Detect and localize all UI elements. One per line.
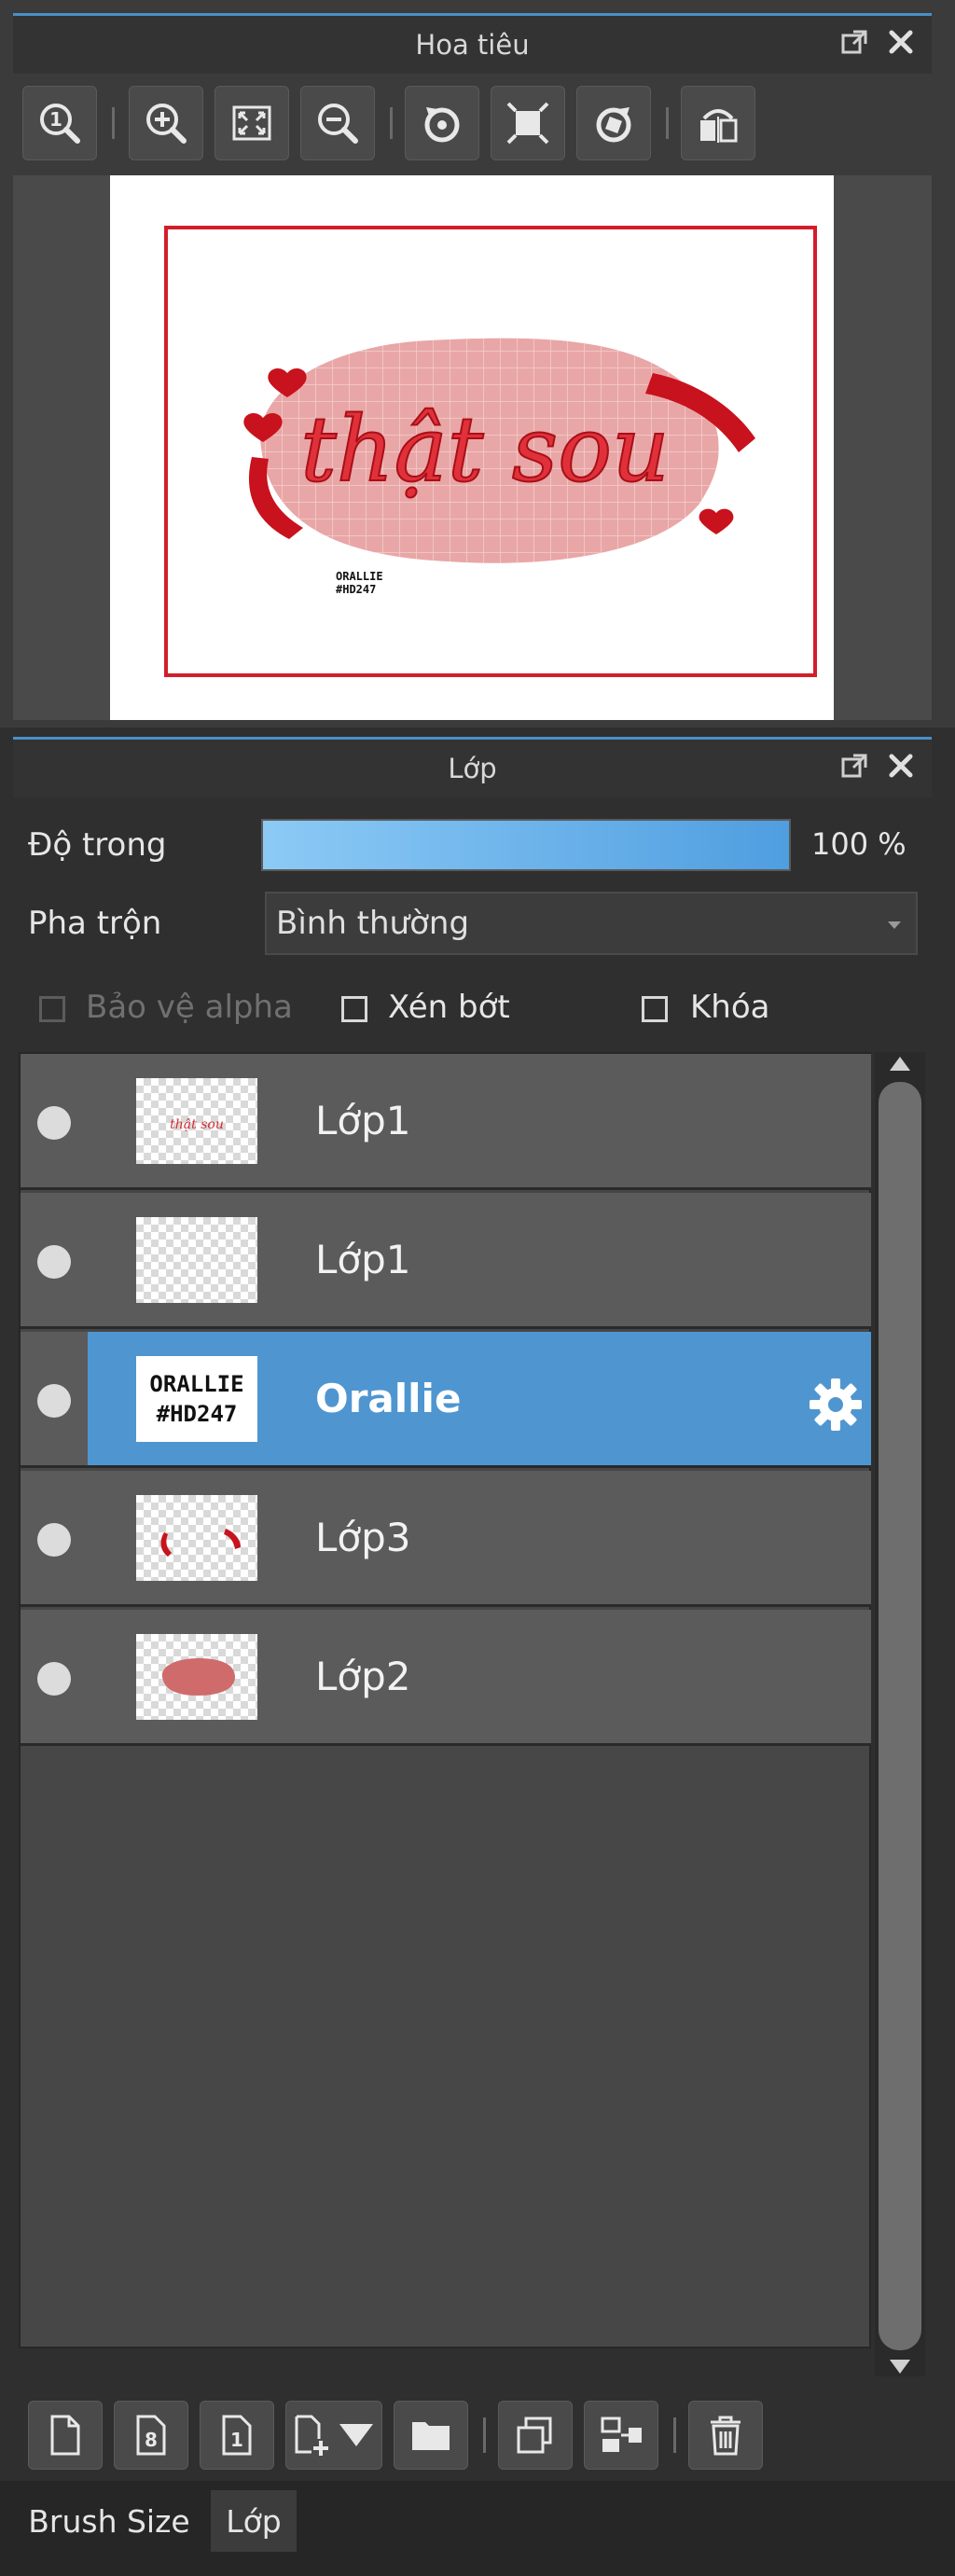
popout-icon[interactable] [840,752,868,786]
visibility-toggle[interactable] [37,1384,71,1418]
delete-layer-button[interactable] [688,2401,763,2470]
reset-view-button[interactable] [491,86,565,160]
rotate-right-button[interactable] [576,86,651,160]
new-folder-button[interactable] [394,2401,468,2470]
folder-icon [412,2422,450,2450]
thumbnail-text-line2: #HD247 [157,1401,238,1427]
clipping-checkbox[interactable] [341,996,367,1022]
flip-horizontal-button[interactable] [681,86,755,160]
layer-thumbnail [136,1634,257,1720]
lock-checkbox[interactable] [642,996,668,1022]
layer-panel-header: Lớp [13,737,932,797]
clipping-label: Xén bớt [388,989,510,1026]
close-icon[interactable] [887,28,915,62]
add-layer-icon [295,2415,328,2456]
chevron-down-icon [339,2424,373,2446]
heart-bottom-right [699,508,734,534]
zoom-out-icon [318,104,358,144]
protect-alpha-checkbox [39,996,65,1022]
canvas-signature-line1: ORALLIE [336,570,383,583]
tab-layer[interactable]: Lớp [211,2490,297,2552]
visibility-toggle[interactable] [37,1106,71,1140]
close-icon[interactable] [887,752,915,786]
trash-icon [711,2416,740,2456]
layer-row[interactable]: Lớp2 [21,1610,871,1746]
add-layer-menu-button[interactable] [285,2401,382,2470]
svg-text:1: 1 [49,108,62,131]
rotate-left-button[interactable] [405,86,479,160]
layer-name: Lớp3 [315,1515,411,1560]
zoom-actual-size-button[interactable]: 1 [22,86,97,160]
layer-row[interactable]: thật sou Lớp1 [21,1054,871,1190]
layer-name: Lớp1 [315,1237,411,1282]
layer-name: Lớp2 [315,1654,411,1699]
visibility-toggle[interactable] [37,1245,71,1279]
layer-thumbnail [136,1495,257,1581]
zoom-in-button[interactable] [129,86,203,160]
layer-row[interactable]: Lớp1 [21,1193,871,1329]
layer-row[interactable]: Lớp3 [21,1471,871,1607]
popout-icon[interactable] [840,28,868,62]
tab-layer-label: Lớp [226,2502,282,2540]
layer-8bit-icon: 8 [136,2415,166,2456]
new-1bit-layer-button[interactable]: 1 [200,2401,274,2470]
zoom-out-button[interactable] [300,86,375,160]
svg-text:1: 1 [230,2429,243,2451]
duplicate-icon [517,2417,552,2454]
rotate-right-icon [596,107,631,143]
zoom-one-icon: 1 [40,104,80,144]
new-layer-button[interactable] [28,2401,103,2470]
layer-name: Orallie [315,1376,462,1421]
gear-icon[interactable] [806,1375,865,1434]
thumbnail-text-line1: ORALLIE [149,1371,243,1397]
new-8bit-layer-button[interactable]: 8 [114,2401,188,2470]
blend-mode-select[interactable]: Bình thường [265,892,918,955]
lock-label: Khóa [690,989,770,1026]
opacity-value: 100 % [811,826,907,862]
canvas-artwork: thật sou ORALLIE #HD247 [243,338,755,596]
fit-screen-icon [232,105,271,141]
svg-text:thật sou: thật sou [170,1117,224,1132]
chevron-down-icon [888,921,901,929]
layer-thumbnail: thật sou [136,1078,257,1164]
scrollbar-thumb[interactable] [879,1082,921,2350]
tab-brush-size[interactable]: Brush Size [13,2490,205,2552]
tab-brush-size-label: Brush Size [28,2502,190,2540]
duplicate-layer-button[interactable] [498,2401,573,2470]
zoom-in-icon [146,104,187,144]
reset-view-icon [506,102,549,145]
layer-1bit-icon: 1 [222,2415,252,2456]
rotate-left-icon [424,107,460,143]
visibility-toggle[interactable] [37,1662,71,1696]
layer-thumbnail: ORALLIE #HD247 [136,1356,257,1442]
svg-text:8: 8 [145,2429,158,2451]
layer-row-selected[interactable]: ORALLIE #HD247 Orallie [21,1332,871,1468]
opacity-label: Độ trong [28,826,167,864]
scroll-up-icon[interactable] [888,1054,912,1073]
fit-to-screen-button[interactable] [215,86,289,160]
layer-thumbnail [136,1217,257,1303]
layer-name: Lớp1 [315,1098,411,1143]
layer-panel-title: Lớp [448,753,497,784]
protect-alpha-label: Bảo vệ alpha [86,989,293,1026]
blend-mode-value: Bình thường [276,905,470,942]
canvas-signature-line2: #HD247 [336,583,376,596]
visibility-toggle[interactable] [37,1523,71,1557]
scroll-down-icon[interactable] [888,2358,912,2376]
flip-horizontal-icon [700,109,738,143]
new-page-icon [50,2415,80,2456]
merge-down-icon [601,2417,642,2452]
merge-layer-button[interactable] [584,2401,658,2470]
canvas-title-text: thật sou [300,397,670,502]
opacity-slider[interactable] [261,819,791,871]
navigator-header: Hoa tiêu [13,13,932,74]
navigator-title: Hoa tiêu [415,29,530,61]
blend-mode-label: Pha trộn [28,905,162,942]
